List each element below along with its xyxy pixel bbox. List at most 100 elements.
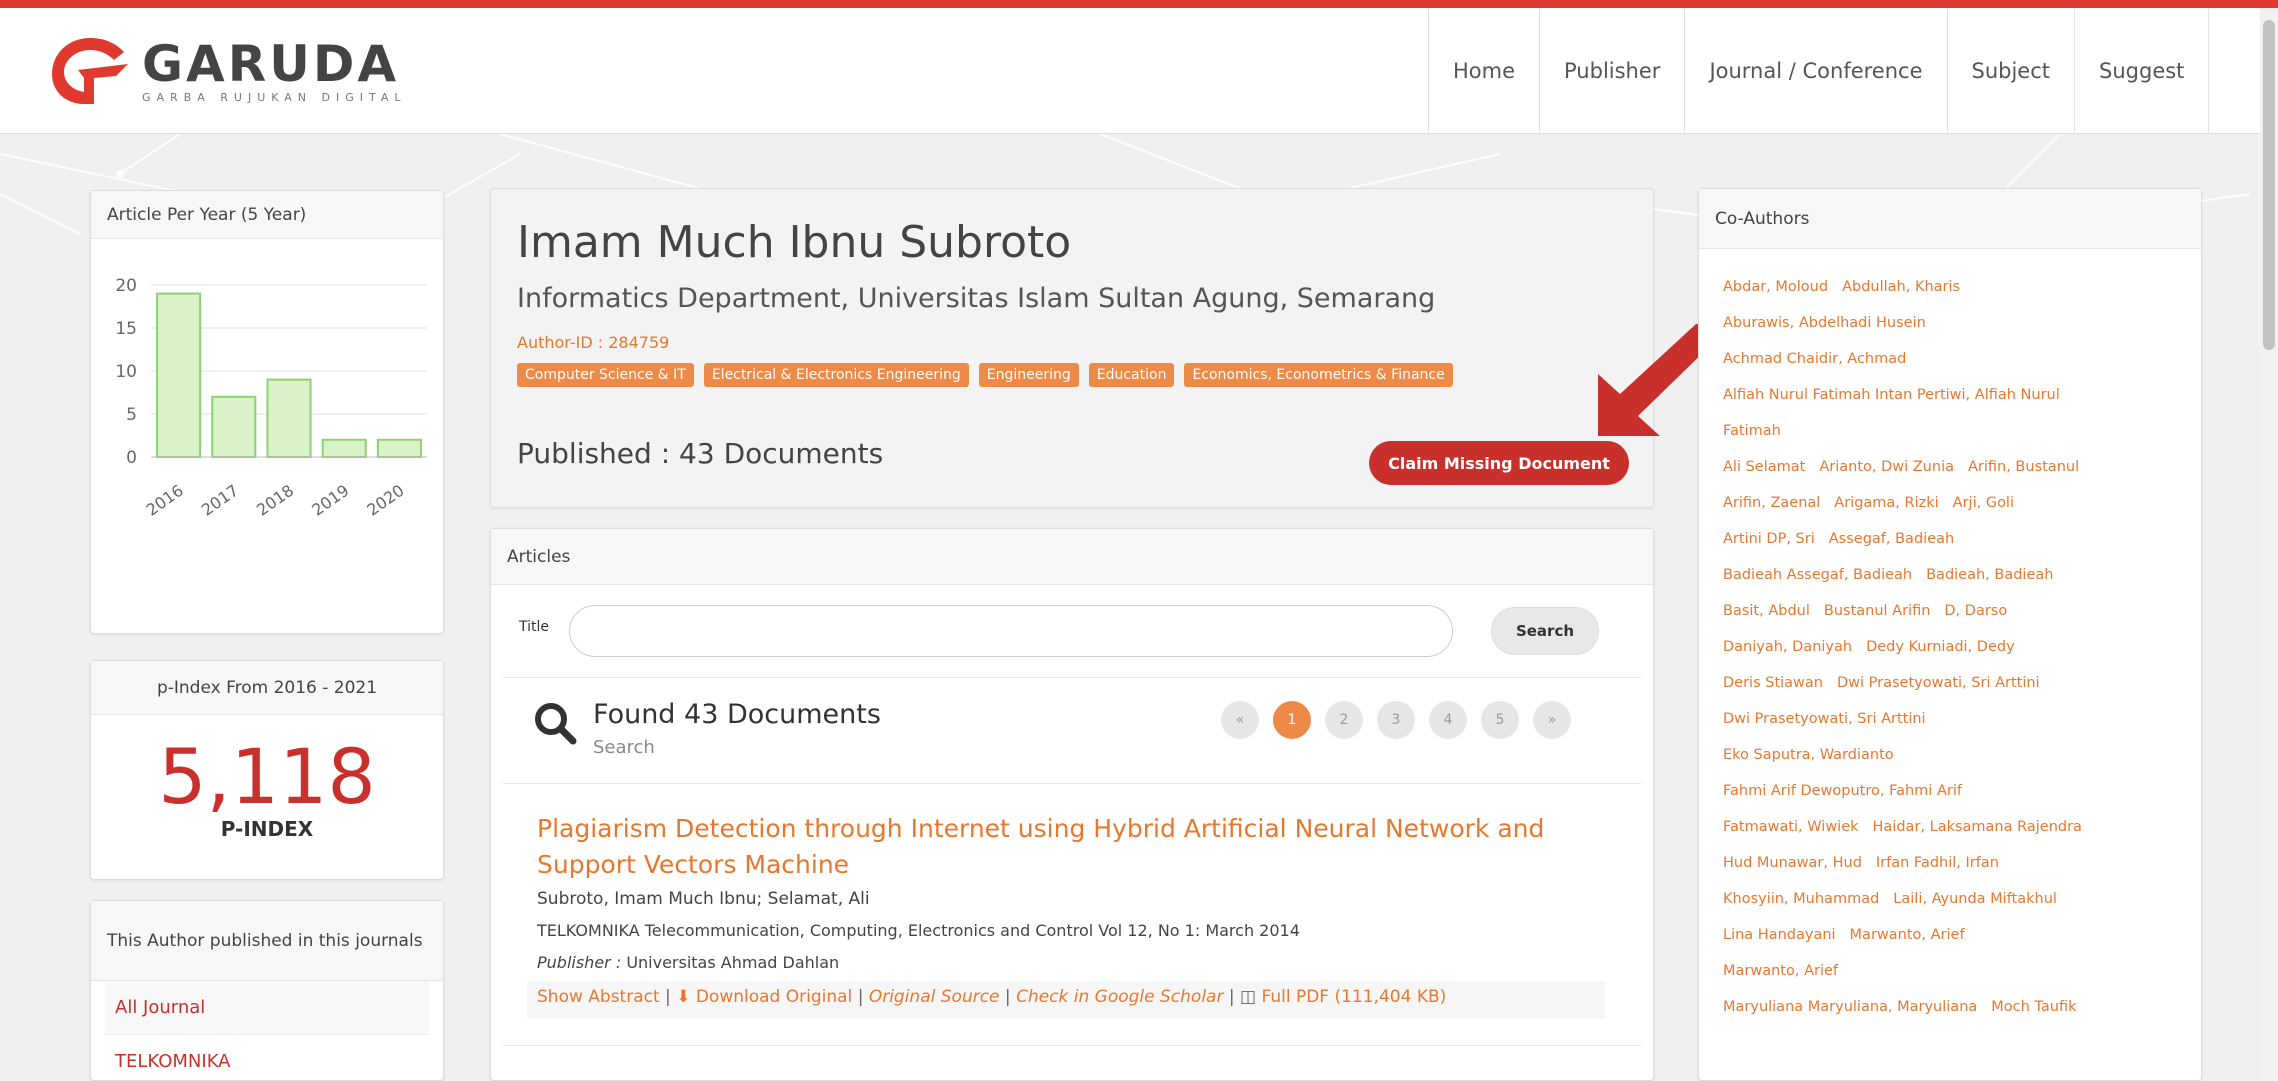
subject-tags: Computer Science & IT Electrical & Elect…: [517, 363, 1463, 387]
coauthor-link[interactable]: Eko Saputra, Wardianto: [1723, 747, 1894, 763]
journals-panel: This Author published in this journals A…: [90, 900, 444, 1081]
article-links-bar: Show Abstract | ⬇ Download Original | Or…: [527, 981, 1605, 1019]
page-5-button[interactable]: 5: [1481, 701, 1519, 739]
articles-panel: Articles Title Search Found 43 Documents…: [490, 528, 1654, 1081]
journal-item-all[interactable]: All Journal: [105, 981, 429, 1035]
page-prev-button[interactable]: «: [1221, 701, 1259, 739]
coauthor-row: Achmad Chaidir, Achmad: [1723, 341, 2177, 377]
coauthor-link[interactable]: Aburawis, Abdelhadi Husein: [1723, 315, 1926, 331]
title-search-row: Title Search: [519, 605, 1625, 657]
bar: [321, 438, 367, 459]
coauthor-link[interactable]: Irfan Fadhil, Irfan: [1876, 855, 1999, 871]
coauthor-link[interactable]: Marwanto, Arief: [1723, 963, 1838, 979]
coauthor-link[interactable]: Artini DP, Sri: [1723, 531, 1815, 547]
journal-item-telkomnika[interactable]: TELKOMNIKA: [105, 1035, 429, 1081]
google-scholar-link[interactable]: Check in Google Scholar: [1016, 987, 1223, 1007]
page-next-button[interactable]: »: [1533, 701, 1571, 739]
show-abstract-link[interactable]: Show Abstract: [537, 987, 660, 1007]
search-icon: [535, 703, 577, 745]
coauthor-link[interactable]: Dwi Prasetyowati, Sri Arttini: [1837, 675, 2040, 691]
scrollbar-thumb[interactable]: [2263, 20, 2275, 350]
coauthor-link[interactable]: Fatmawati, Wiwiek: [1723, 819, 1859, 835]
coauthor-link[interactable]: Maryuliana Maryuliana, Maryuliana: [1723, 999, 1977, 1015]
coauthor-row: Eko Saputra, Wardianto: [1723, 737, 2177, 773]
author-id: Author-ID : 284759: [517, 333, 670, 352]
subject-tag[interactable]: Engineering: [978, 363, 1079, 387]
coauthor-link[interactable]: Lina Handayani: [1723, 927, 1836, 943]
nav-home[interactable]: Home: [1428, 8, 1539, 134]
subject-tag[interactable]: Electrical & Electronics Engineering: [703, 363, 969, 387]
coauthor-link[interactable]: Alfiah Nurul Fatimah Intan Pertiwi, Alfi…: [1723, 387, 2060, 403]
subject-tag[interactable]: Computer Science & IT: [517, 363, 694, 387]
page-1-button[interactable]: 1: [1273, 701, 1311, 739]
page-2-button[interactable]: 2: [1325, 701, 1363, 739]
coauthor-row: Deris Stiawan Dwi Prasetyowati, Sri Artti…: [1723, 665, 2177, 701]
coauthor-row: Fahmi Arif Dewoputro, Fahmi Arif: [1723, 773, 2177, 809]
coauthor-link[interactable]: Daniyah, Daniyah: [1723, 639, 1852, 655]
coauthor-link[interactable]: Arji, Goli: [1953, 495, 2014, 511]
subject-tag[interactable]: Economics, Econometrics & Finance: [1184, 363, 1453, 387]
coauthor-link[interactable]: Hud Munawar, Hud: [1723, 855, 1862, 871]
articles-per-year-panel: Article Per Year (5 Year) 0 5 10 15 20 2016 20…: [90, 190, 444, 634]
page-3-button[interactable]: 3: [1377, 701, 1415, 739]
coauthor-link[interactable]: Dedy Kurniadi, Dedy: [1866, 639, 2015, 655]
nav-journal-conference[interactable]: Journal / Conference: [1684, 8, 1946, 134]
coauthor-link[interactable]: Khosyiin, Muhammad: [1723, 891, 1879, 907]
coauthor-link[interactable]: Marwanto, Arief: [1850, 927, 1965, 943]
pdf-icon: ◫: [1240, 987, 1257, 1007]
coauthors-panel: Co-Authors Abdar, Moloud Abdullah, Kharis…: [1698, 188, 2202, 1081]
coauthor-link[interactable]: Fahmi Arif Dewoputro, Fahmi Arif: [1723, 783, 1962, 799]
download-original-link[interactable]: Download Original: [696, 987, 852, 1007]
coauthor-row: Basit, Abdul Bustanul Arifin D, Darso: [1723, 593, 2177, 629]
coauthor-link[interactable]: Arigama, Rizki: [1834, 495, 1938, 511]
coauthor-link[interactable]: Bustanul Arifin: [1824, 603, 1931, 619]
coauthor-link[interactable]: Deris Stiawan: [1723, 675, 1823, 691]
article-authors: Subroto, Imam Much Ibnu; Selamat, Ali: [537, 889, 870, 909]
brand-name: GARUDA: [142, 34, 400, 93]
coauthor-link[interactable]: Badieah Assegaf, Badieah: [1723, 567, 1912, 583]
coauthor-link[interactable]: Achmad Chaidir, Achmad: [1723, 351, 1906, 367]
page-4-button[interactable]: 4: [1429, 701, 1467, 739]
coauthor-link[interactable]: Badieah, Badieah: [1926, 567, 2053, 583]
brand-tagline: GARBA RUJUKAN DIGITAL: [142, 90, 407, 104]
coauthor-link[interactable]: Fatimah: [1723, 423, 1781, 439]
claim-missing-document-button[interactable]: Claim Missing Document: [1369, 441, 1629, 485]
full-pdf-link[interactable]: Full PDF (111,404 KB): [1261, 987, 1446, 1007]
nav-subject[interactable]: Subject: [1946, 8, 2075, 134]
publisher-name: Universitas Ahmad Dahlan: [626, 953, 840, 972]
coauthor-link[interactable]: D, Darso: [1944, 603, 2007, 619]
download-icon: ⬇: [676, 987, 691, 1007]
coauthor-link[interactable]: Laili, Ayunda Miftakhul: [1893, 891, 2057, 907]
nav-suggest[interactable]: Suggest: [2074, 8, 2210, 134]
title-search-input[interactable]: [569, 605, 1453, 657]
coauthor-link[interactable]: Assegaf, Badieah: [1829, 531, 1954, 547]
author-panel: Imam Much Ibnu Subroto Informatics Depar…: [490, 188, 1654, 508]
coauthor-link[interactable]: Arianto, Dwi Zunia: [1819, 459, 1954, 475]
coauthor-link[interactable]: Moch Taufik: [1991, 999, 2076, 1015]
coauthor-link[interactable]: Ali Selamat: [1723, 459, 1805, 475]
coauthor-row: Dwi Prasetyowati, Sri Arttini: [1723, 701, 2177, 737]
subject-tag[interactable]: Education: [1088, 363, 1175, 387]
articles-per-year-chart: 0 5 10 15 20 2016 2017 2018 2019 2020: [115, 276, 427, 520]
article-title-link[interactable]: Plagiarism Detection through Internet us…: [537, 811, 1617, 883]
article-journal: TELKOMNIKA Telecommunication, Computing,…: [537, 921, 1300, 940]
pindex-value: 5,118: [158, 732, 376, 821]
coauthor-link[interactable]: Basit, Abdul: [1723, 603, 1810, 619]
garuda-logo[interactable]: GARUDA GARBA RUJUKAN DIGITAL: [48, 34, 407, 108]
coauthor-row: Arifin, Zaenal Arigama, Rizki Arji, Goli: [1723, 485, 2177, 521]
coauthor-link[interactable]: Dwi Prasetyowati, Sri Arttini: [1723, 711, 1926, 727]
bar: [211, 395, 257, 459]
x-tick-label: 2017: [198, 481, 242, 520]
coauthor-link[interactable]: Abdullah, Kharis: [1842, 279, 1960, 295]
coauthor-link[interactable]: Haidar, Laksamana Rajendra: [1873, 819, 2082, 835]
coauthor-link[interactable]: Arifin, Zaenal: [1723, 495, 1820, 511]
coauthor-link[interactable]: Arifin, Bustanul: [1968, 459, 2079, 475]
nav-publisher[interactable]: Publisher: [1539, 8, 1684, 134]
x-tick-label: 2020: [363, 481, 407, 520]
page-scrollbar[interactable]: [2260, 8, 2278, 1081]
coauthor-row: Ali Selamat Arianto, Dwi Zunia Arifin, Bus…: [1723, 449, 2177, 485]
search-button[interactable]: Search: [1491, 607, 1599, 655]
coauthor-link[interactable]: Abdar, Moloud: [1723, 279, 1828, 295]
original-source-link[interactable]: Original Source: [869, 987, 1000, 1007]
y-tick-label: 20: [115, 276, 137, 296]
